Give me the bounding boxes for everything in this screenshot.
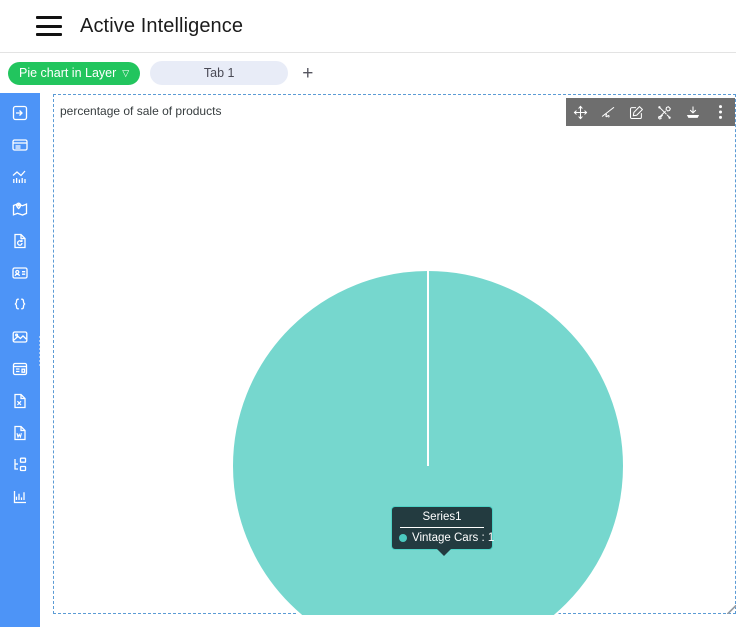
chart-tooltip: Series1 Vintage Cars : 1	[391, 506, 495, 556]
word-file-icon	[11, 424, 29, 442]
left-sidebar	[0, 93, 45, 627]
add-tab-button[interactable]: +	[298, 64, 317, 83]
workspace: percentage of sale of products Series1 V…	[0, 93, 736, 627]
tooltip-value-text: Vintage Cars : 1	[412, 532, 495, 544]
tree-hierarchy-icon	[11, 456, 29, 474]
app-title: Active Intelligence	[80, 14, 244, 37]
layer-selector-button[interactable]: Pie chart in Layer ▽	[8, 61, 141, 85]
sidebar-item-code[interactable]	[8, 295, 32, 315]
chart-panel[interactable]: percentage of sale of products Series1 V…	[53, 94, 736, 615]
tooltip-arrow	[437, 549, 451, 556]
table-panel-icon	[11, 136, 29, 154]
hamburger-bar	[36, 33, 62, 36]
sidebar-item-hierarchy[interactable]	[8, 455, 32, 475]
image-icon	[11, 328, 29, 346]
chevron-down-icon: ▽	[122, 67, 130, 78]
tab-strip: Pie chart in Layer ▽ Tab 1 +	[0, 53, 736, 93]
tab-label: Tab 1	[203, 66, 235, 80]
sidebar-item-word[interactable]	[8, 423, 32, 443]
form-panel-icon	[11, 360, 29, 378]
sidebar-item-map[interactable]	[8, 199, 32, 219]
panel-resize-handle[interactable]	[727, 605, 736, 614]
map-pin-icon	[11, 200, 29, 218]
chart-trend-icon	[11, 168, 29, 186]
hamburger-menu-icon[interactable]	[36, 16, 62, 36]
canvas-area: percentage of sale of products Series1 V…	[40, 93, 736, 627]
id-card-icon	[11, 264, 29, 282]
excel-file-icon	[11, 392, 29, 410]
arrow-into-box-icon	[11, 104, 29, 122]
app-header: Active Intelligence	[0, 0, 736, 53]
sidebar-item-analytics[interactable]	[8, 167, 32, 187]
curly-braces-icon	[11, 296, 29, 314]
tooltip-series-marker	[399, 534, 407, 542]
sidebar-item-form[interactable]	[8, 359, 32, 379]
line-chart-icon	[11, 488, 29, 506]
sidebar-item-refresh-doc[interactable]	[8, 231, 32, 251]
hamburger-bar	[36, 16, 62, 19]
layer-selector-label: Pie chart in Layer	[19, 66, 117, 80]
sidebar-item-chart[interactable]	[8, 487, 32, 507]
sidebar-item-excel[interactable]	[8, 391, 32, 411]
sidebar-item-import[interactable]	[8, 103, 32, 123]
sidebar-item-contact-card[interactable]	[8, 263, 32, 283]
tab-1[interactable]: Tab 1	[150, 61, 289, 85]
hamburger-bar	[36, 24, 62, 28]
document-refresh-icon	[11, 232, 29, 250]
sidebar-item-table[interactable]	[8, 135, 32, 155]
tooltip-row: Vintage Cars : 1	[392, 532, 495, 544]
tooltip-title: Series1	[400, 507, 484, 528]
sidebar-item-image[interactable]	[8, 327, 32, 347]
